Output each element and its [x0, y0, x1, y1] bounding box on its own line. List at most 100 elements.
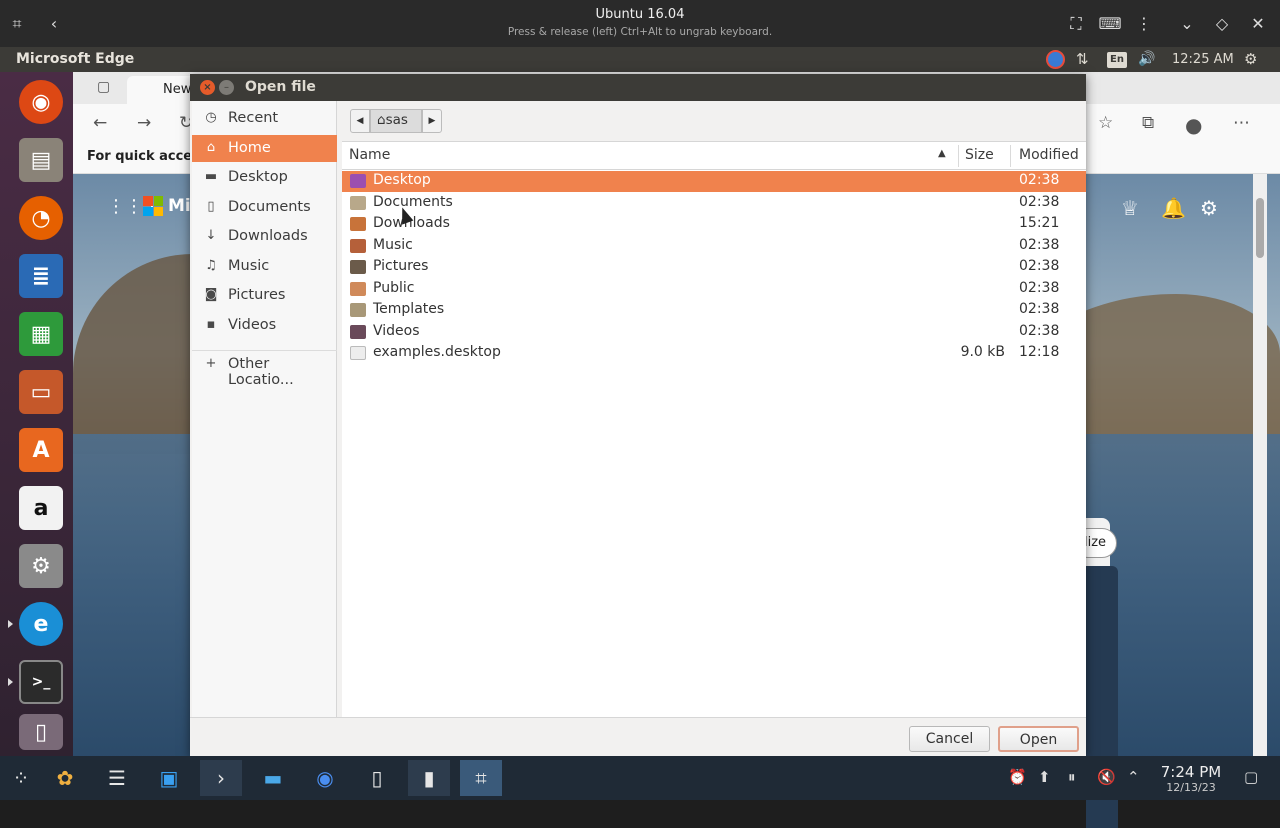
launcher-terminal[interactable]: >_	[15, 656, 67, 708]
tab-actions-icon[interactable]: ▢	[97, 79, 110, 95]
open-button[interactable]: Open	[998, 726, 1079, 752]
media-pause-icon[interactable]: ⏸	[1068, 768, 1076, 786]
cancel-button[interactable]: Cancel	[909, 726, 990, 752]
launcher-firefox[interactable]: ◔	[15, 192, 67, 244]
file-row[interactable]: Pictures 02:38	[342, 257, 1086, 278]
place-pictures[interactable]: ◙ Pictures	[192, 282, 337, 309]
place-documents[interactable]: ▯ Documents	[192, 194, 337, 221]
pictures-folder-icon	[350, 260, 366, 274]
launcher-files[interactable]: ▤	[15, 134, 67, 186]
terminal-prompt-icon[interactable]: ›	[200, 760, 242, 796]
launcher-software[interactable]: A	[15, 424, 67, 476]
favorites-star-icon[interactable]: ☆	[1098, 113, 1113, 133]
alarm-icon[interactable]: ⏰	[1008, 768, 1027, 786]
file-modified: 02:38	[1019, 237, 1060, 253]
launcher-calc[interactable]: ▦	[15, 308, 67, 360]
more-vertical-icon[interactable]: ⋮	[1132, 12, 1156, 36]
panel-clock[interactable]: 12:25 AM	[1172, 50, 1234, 69]
remote-viewer-icon[interactable]: ⌗	[460, 760, 502, 796]
column-modified[interactable]: Modified	[1019, 147, 1079, 163]
forward-icon[interactable]: →	[137, 113, 151, 133]
path-back-button[interactable]: ◀	[350, 109, 370, 133]
host-clock-date[interactable]: 12/13/23	[1159, 781, 1223, 794]
place-recent[interactable]: ◷ Recent	[192, 105, 337, 132]
host-clock-time[interactable]: 7:24 PM	[1159, 763, 1223, 781]
running-indicator	[8, 620, 13, 628]
volume-muted-icon[interactable]: 🔇	[1097, 768, 1116, 786]
rewards-trophy-icon[interactable]: ♕	[1121, 196, 1139, 220]
place-desktop[interactable]: ▬ Desktop	[192, 164, 337, 191]
dialog-title: Open file	[245, 79, 316, 95]
keyboard-icon[interactable]: ⌨	[1098, 12, 1122, 36]
settings-gear-icon[interactable]: ⚙	[1244, 50, 1257, 69]
ubuntu-top-panel: Microsoft Edge ⇅ En 🔊 12:25 AM ⚙	[0, 47, 1280, 72]
launcher-trash[interactable]: ▯	[15, 710, 67, 754]
document-icon: ▯	[207, 199, 215, 214]
dialog-minimize-button[interactable]: –	[219, 80, 234, 95]
place-home[interactable]: ⌂ Home	[192, 135, 337, 162]
sunflower-app-icon[interactable]: ✿	[44, 760, 86, 796]
launcher-settings[interactable]: ⚙	[15, 540, 67, 592]
update-icon[interactable]: ⬆	[1038, 768, 1051, 786]
app-menu-icon[interactable]: ⁘	[0, 760, 42, 796]
file-row[interactable]: Templates 02:38	[342, 300, 1086, 321]
music-icon: ♫	[205, 258, 217, 273]
store-bag-icon[interactable]: ▣	[148, 760, 190, 796]
usb-drive-icon[interactable]: ▯	[356, 760, 398, 796]
system-settings-sliders-icon[interactable]: ☰	[96, 760, 138, 796]
close-icon[interactable]: ✕	[1246, 12, 1270, 36]
notification-icon[interactable]	[1046, 50, 1065, 69]
launcher-impress[interactable]: ▭	[15, 366, 67, 418]
chromium-icon[interactable]: ◉	[304, 760, 346, 796]
path-home-button[interactable]: ⌂sas	[370, 109, 422, 133]
place-other-locations[interactable]: + Other Locatio...	[192, 351, 337, 388]
file-manager-folder-icon[interactable]: ▬	[252, 760, 294, 796]
file-row[interactable]: examples.desktop 9.0 kB 12:18	[342, 343, 1086, 364]
launcher-dash[interactable]: ◉	[15, 76, 67, 128]
collections-icon[interactable]: ⧉	[1142, 113, 1154, 133]
place-music[interactable]: ♫ Music	[192, 253, 337, 280]
file-row[interactable]: Desktop 02:38	[342, 171, 1086, 192]
back-icon[interactable]: ←	[93, 113, 107, 133]
profile-avatar-icon[interactable]: ●	[1185, 113, 1202, 137]
file-row[interactable]: Music 02:38	[342, 236, 1086, 257]
edge-tab-title: New	[163, 82, 192, 97]
file-cabinet-icon: ▤	[19, 138, 63, 182]
place-downloads[interactable]: ↓ Downloads	[192, 223, 337, 250]
fullscreen-icon[interactable]: ⛶	[1064, 12, 1088, 36]
file-row[interactable]: Videos 02:38	[342, 322, 1086, 343]
page-settings-icon[interactable]: ⚙	[1200, 196, 1218, 220]
templates-folder-icon	[350, 303, 366, 317]
column-size[interactable]: Size	[965, 147, 994, 163]
microsoft-logo-icon	[143, 196, 163, 216]
restore-icon[interactable]: ◇	[1210, 12, 1234, 36]
home-icon: ⌂	[206, 140, 216, 155]
launcher-edge[interactable]: e	[15, 598, 67, 650]
launcher-writer[interactable]: ≣	[15, 250, 67, 302]
file-row[interactable]: Public 02:38	[342, 279, 1086, 300]
archive-zip-icon[interactable]: ▮	[408, 760, 450, 796]
volume-icon[interactable]: 🔊	[1138, 50, 1155, 69]
place-videos[interactable]: ▪ Videos	[192, 312, 337, 339]
file-modified: 02:38	[1019, 301, 1060, 317]
tray-expand-chevron-icon[interactable]: ⌃	[1127, 768, 1140, 786]
keyboard-language[interactable]: En	[1107, 52, 1127, 68]
file-row[interactable]: Downloads 15:21	[342, 214, 1086, 235]
column-name[interactable]: Name	[349, 147, 390, 163]
column-divider[interactable]	[958, 145, 959, 167]
launcher-amazon[interactable]: a	[15, 482, 67, 534]
more-icon[interactable]: ⋯	[1233, 113, 1250, 133]
dialog-close-button[interactable]: ×	[200, 80, 215, 95]
path-forward-button[interactable]: ▶	[422, 109, 442, 133]
show-desktop-icon[interactable]: ▢	[1244, 768, 1258, 786]
notifications-bell-icon[interactable]: 🔔	[1161, 196, 1186, 220]
system-settings-icon: ⚙	[19, 544, 63, 588]
file-row[interactable]: Documents 02:38	[342, 193, 1086, 214]
chevron-down-icon[interactable]: ⌄	[1175, 12, 1199, 36]
column-divider[interactable]	[1010, 145, 1011, 167]
place-label: Desktop	[228, 169, 288, 185]
edge-scrollbar[interactable]	[1253, 174, 1267, 756]
text-file-icon	[350, 346, 366, 360]
network-icon[interactable]: ⇅	[1076, 50, 1089, 69]
scrollbar-thumb[interactable]	[1256, 198, 1264, 258]
